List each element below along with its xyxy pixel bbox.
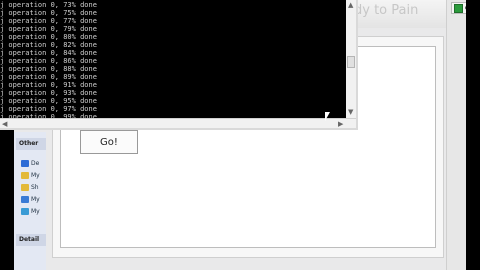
- side-link-4[interactable]: My: [21, 206, 47, 216]
- scroll-left-icon[interactable]: ◀: [2, 120, 7, 128]
- app-title: dy to Pain: [354, 3, 419, 18]
- console-line: j operation 0, 84% done: [0, 49, 97, 57]
- side-link-label: Sh: [31, 183, 39, 191]
- folder-icon: [21, 195, 29, 203]
- console-line: j operation 0, 89% done: [0, 73, 97, 81]
- folder-icon: [21, 159, 29, 167]
- go-taskbar-button[interactable]: Go: [451, 2, 466, 14]
- taskbar-strip: Go: [446, 0, 466, 270]
- console-line: j operation 0, 88% done: [0, 65, 97, 73]
- console-line: j operation 0, 79% done: [0, 25, 97, 33]
- task-pane: Other De My Sh My My Detail: [14, 132, 46, 270]
- scroll-right-icon[interactable]: ▶: [338, 120, 343, 128]
- console-line: j operation 0, 91% done: [0, 81, 97, 89]
- side-link-label: My: [31, 171, 40, 179]
- go-button[interactable]: Go!: [80, 130, 138, 154]
- app-icon: [454, 3, 463, 13]
- side-link-label: My: [31, 207, 40, 215]
- folder-icon: [21, 183, 29, 191]
- side-link-2[interactable]: Sh: [21, 182, 47, 192]
- side-link-0[interactable]: De: [21, 158, 47, 168]
- console-line: j operation 0, 80% done: [0, 33, 97, 41]
- mouse-cursor-icon: [325, 112, 333, 121]
- other-places-header[interactable]: Other: [16, 138, 46, 150]
- screen-border-right: [466, 0, 480, 270]
- console-line: j operation 0, 93% done: [0, 89, 97, 97]
- screen-border-left: [0, 130, 14, 270]
- side-link-label: My: [31, 195, 40, 203]
- console-line: j operation 0, 77% done: [0, 17, 97, 25]
- side-link-label: De: [31, 159, 40, 167]
- console-line: j operation 0, 95% done: [0, 97, 97, 105]
- console-line: j operation 0, 97% done: [0, 105, 97, 113]
- console-line: j operation 0, 86% done: [0, 57, 97, 65]
- vertical-scrollbar[interactable]: ▲ ▼: [346, 0, 356, 118]
- folder-icon: [21, 171, 29, 179]
- side-link-3[interactable]: My: [21, 194, 47, 204]
- horizontal-scrollbar[interactable]: ◀ ▶: [0, 118, 356, 128]
- details-header[interactable]: Detail: [16, 234, 46, 246]
- console-window[interactable]: j operation 0, 73% done j operation 0, 75…: [0, 0, 358, 130]
- scroll-up-icon[interactable]: ▲: [348, 1, 353, 9]
- folder-icon: [21, 207, 29, 215]
- console-line: j operation 0, 75% done: [0, 9, 97, 17]
- side-link-1[interactable]: My: [21, 170, 47, 180]
- scroll-thumb[interactable]: [347, 56, 355, 68]
- console-line: j operation 0, 73% done: [0, 1, 97, 9]
- console-line: j operation 0, 82% done: [0, 41, 97, 49]
- console-output: j operation 0, 73% done j operation 0, 75…: [0, 1, 346, 128]
- scroll-down-icon[interactable]: ▼: [348, 108, 353, 116]
